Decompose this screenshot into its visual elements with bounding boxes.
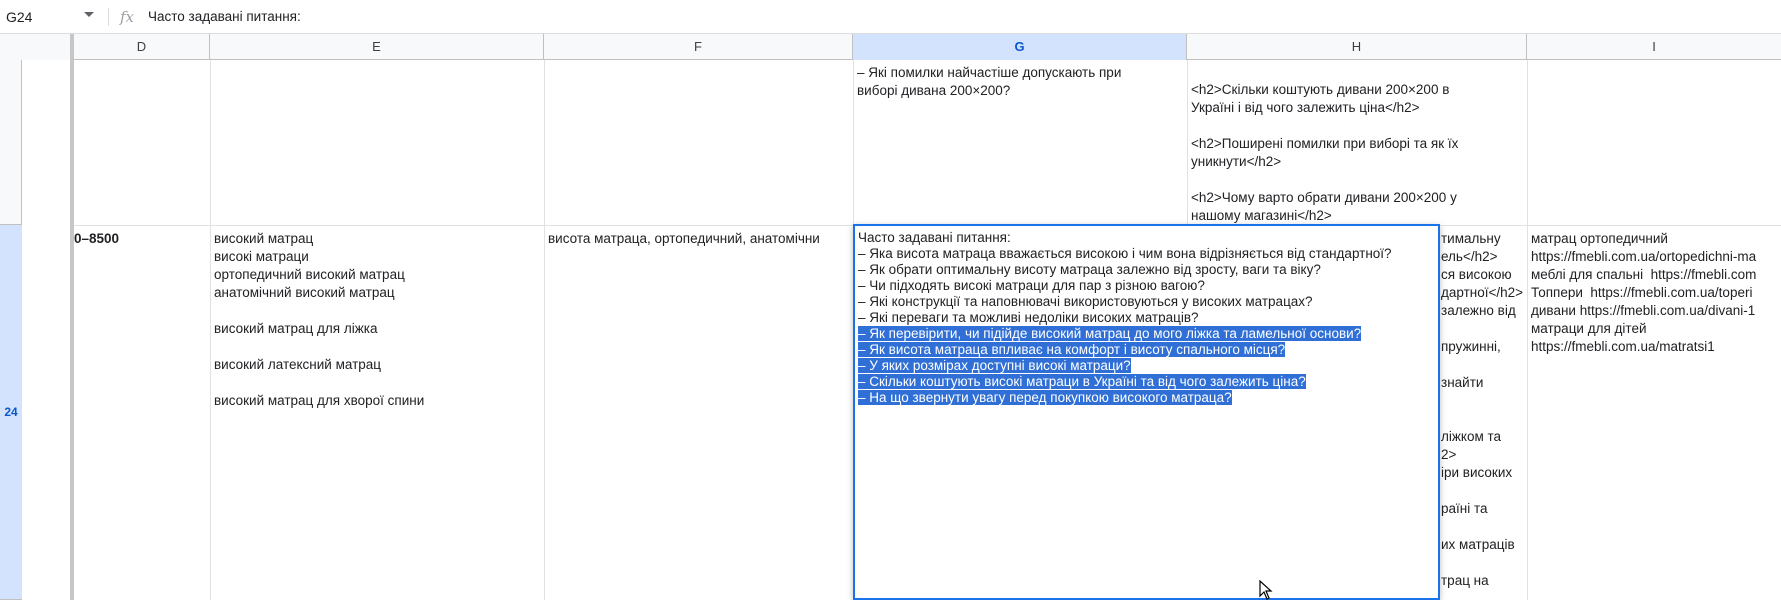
editor-line-text: – Скільки коштують високі матраци в Укра… [858,374,1306,389]
editor-line-text: – Які переваги та можливі недоліки висок… [858,310,1199,325]
column-header-i[interactable]: I [1527,34,1781,60]
formula-input[interactable]: Часто задавані питання: [148,0,301,34]
editor-line-text: – Як висота матраца впливає на комфорт і… [858,342,1286,357]
cell-editor-g24[interactable]: Часто задавані питання: – Яка висота матр… [853,224,1440,600]
cell-h-top[interactable]: <h2>Скільки коштують дивани 200×200 в Ук… [1187,77,1527,225]
row-header-24[interactable]: 24 [0,225,22,600]
column-header-d[interactable]: D [74,34,210,60]
name-box[interactable]: G24 [0,0,104,34]
editor-line[interactable]: – Які переваги та можливі недоліки висок… [858,310,1392,326]
cell-f24[interactable]: висота матраца, ортопедичний, анатомічни [544,226,853,256]
cell-d24[interactable]: 0–8500 [70,226,210,256]
column-header-e[interactable]: E [210,34,544,60]
editor-line[interactable]: – Як перевірити, чи підійде високий матр… [858,326,1392,342]
editor-line-text: – Чи підходять високі матраци для пар з … [858,278,1205,293]
row-header-bar: 24 [0,60,22,600]
editor-line[interactable]: – Чи підходять високі матраци для пар з … [858,278,1392,294]
mouse-pointer-icon [1259,580,1273,600]
grid-line [544,60,545,600]
cell-h24[interactable]: тимальну ель</h2> ся високою дартної</h2… [1437,226,1527,600]
formula-bar: G24 fx Часто задавані питання: [0,0,1781,34]
formula-divider [108,8,109,26]
chevron-down-icon[interactable] [84,12,94,17]
editor-line-text: Часто задавані питання: [858,230,1011,245]
editor-line-text: – Яка висота матраца вважається високою … [858,246,1392,261]
editor-line-text: – Як перевірити, чи підійде високий матр… [858,326,1362,341]
column-header-g[interactable]: G [853,34,1187,60]
editor-line[interactable]: – Яка висота матраца вважається високою … [858,246,1392,262]
select-all-corner[interactable] [0,34,74,60]
editor-line[interactable]: – У яких розмірах доступні високі матрац… [858,358,1392,374]
editor-text[interactable]: Часто задавані питання: – Яка висота матр… [858,230,1392,406]
cell-i24[interactable]: матрац ортопедичний https://fmebli.com.u… [1527,226,1781,600]
editor-line-text: – Як обрати оптимальну висоту матраца за… [858,262,1321,277]
column-header-h[interactable]: H [1187,34,1527,60]
column-header-bar: D E F G H I [0,34,1781,60]
editor-line[interactable]: – Як висота матраца впливає на комфорт і… [858,342,1392,358]
editor-line-text: – Які конструкції та наповнювачі викорис… [858,294,1313,309]
editor-line[interactable]: – Скільки коштують високі матраци в Укра… [858,374,1392,390]
row-header-top[interactable] [0,60,22,225]
editor-line-text: – У яких розмірах доступні високі матрац… [858,358,1131,373]
editor-line[interactable]: Часто задавані питання: [858,230,1392,246]
freeze-divider[interactable] [70,34,74,600]
editor-line[interactable]: – Як обрати оптимальну висоту матраца за… [858,262,1392,278]
editor-line-text: – На що звернути увагу перед покупкою ви… [858,390,1232,405]
function-icon: fx [120,8,135,26]
editor-line[interactable]: – На що звернути увагу перед покупкою ви… [858,390,1392,406]
cell-g-top[interactable]: – Які помилки найчастіше допускають при … [853,60,1187,225]
editor-line[interactable]: – Які конструкції та наповнювачі викорис… [858,294,1392,310]
column-header-f[interactable]: F [544,34,853,60]
cell-e24[interactable]: високий матрац високі матраци ортопедичн… [210,226,544,600]
